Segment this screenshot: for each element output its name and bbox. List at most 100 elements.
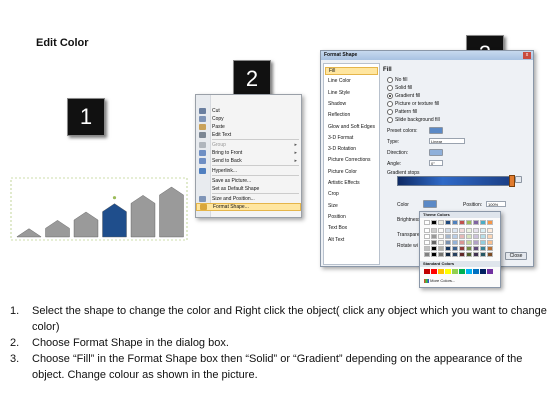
color-swatch[interactable]	[473, 228, 479, 233]
color-swatch[interactable]	[473, 234, 479, 239]
color-swatch[interactable]	[473, 252, 479, 257]
standard-color-swatch[interactable]	[487, 269, 493, 274]
color-swatch[interactable]	[459, 234, 465, 239]
color-swatch[interactable]	[466, 246, 472, 251]
standard-color-swatch[interactable]	[480, 269, 486, 274]
color-swatch[interactable]	[452, 252, 458, 257]
menu-item-paste[interactable]: Paste	[196, 123, 301, 131]
color-swatch[interactable]	[445, 246, 451, 251]
color-swatch[interactable]	[438, 228, 444, 233]
color-swatch[interactable]	[445, 220, 451, 225]
standard-color-swatch[interactable]	[473, 269, 479, 274]
category-size[interactable]: Size	[328, 203, 338, 209]
standard-color-swatch[interactable]	[459, 269, 465, 274]
fill-option-pattern-fill[interactable]: Pattern fill	[387, 109, 417, 115]
category-crop[interactable]: Crop	[328, 191, 339, 197]
color-swatch[interactable]	[438, 252, 444, 257]
color-swatch[interactable]	[431, 252, 437, 257]
color-swatch[interactable]	[487, 234, 493, 239]
color-swatch[interactable]	[445, 252, 451, 257]
category-shadow[interactable]: Shadow	[328, 101, 346, 107]
color-swatch[interactable]	[431, 246, 437, 251]
color-swatch[interactable]	[431, 228, 437, 233]
category-line-color[interactable]: Line Color	[328, 78, 351, 84]
arrow-bar-shape[interactable]	[45, 220, 70, 238]
color-swatch[interactable]	[466, 228, 472, 233]
menu-item-group[interactable]: Group ▸	[196, 141, 301, 149]
color-swatch[interactable]	[487, 246, 493, 251]
color-picker-button[interactable]	[423, 200, 437, 208]
arrow-bars-chart[interactable]	[10, 170, 190, 242]
menu-item-cut[interactable]: Cut	[196, 107, 301, 115]
color-swatch[interactable]	[480, 240, 486, 245]
direction-button[interactable]	[429, 149, 443, 156]
radio-icon[interactable]	[387, 77, 393, 83]
menu-item-copy[interactable]: Copy	[196, 115, 301, 123]
radio-icon[interactable]	[387, 85, 393, 91]
color-swatch[interactable]	[431, 220, 437, 225]
category-glow-and-soft-edges[interactable]: Glow and Soft Edges	[328, 124, 375, 130]
standard-color-swatch[interactable]	[438, 269, 444, 274]
color-swatch[interactable]	[459, 240, 465, 245]
color-swatch[interactable]	[480, 228, 486, 233]
arrow-bar-shape[interactable]	[159, 186, 184, 238]
radio-icon[interactable]	[387, 101, 393, 107]
color-swatch[interactable]	[424, 220, 430, 225]
rotation-handle[interactable]	[112, 196, 117, 200]
color-swatch[interactable]	[487, 228, 493, 233]
menu-item-save-as-picture[interactable]: Save as Picture...	[196, 177, 301, 185]
color-swatch[interactable]	[459, 252, 465, 257]
more-colors-link[interactable]: More Colors...	[424, 278, 455, 283]
arrow-bar-shape[interactable]	[16, 228, 42, 238]
menu-item-send-to-back[interactable]: Send to Back ▸	[196, 157, 301, 165]
arrow-bar-shape[interactable]	[73, 211, 99, 238]
close-icon[interactable]: x	[523, 52, 531, 59]
arrow-bar-shape[interactable]	[130, 195, 156, 238]
color-swatch[interactable]	[473, 220, 479, 225]
radio-icon[interactable]	[387, 117, 393, 123]
color-swatch[interactable]	[445, 234, 451, 239]
color-swatch[interactable]	[424, 252, 430, 257]
color-swatch[interactable]	[431, 234, 437, 239]
fill-option-gradient-fill[interactable]: Gradient fill	[387, 93, 420, 99]
preset-colors-button[interactable]	[429, 127, 443, 134]
fill-option-no-fill[interactable]: No fill	[387, 77, 408, 83]
color-swatch[interactable]	[424, 246, 430, 251]
fill-option-picture-or-texture-fill[interactable]: Picture or texture fill	[387, 101, 439, 107]
standard-color-swatch[interactable]	[452, 269, 458, 274]
color-swatch[interactable]	[459, 220, 465, 225]
color-swatch[interactable]	[424, 234, 430, 239]
fill-option-solid-fill[interactable]: Solid fill	[387, 85, 412, 91]
menu-item-format-shape[interactable]: Format Shape...	[196, 203, 301, 211]
color-swatch[interactable]	[445, 240, 451, 245]
color-swatch[interactable]	[473, 240, 479, 245]
standard-color-swatch[interactable]	[424, 269, 430, 274]
color-swatch[interactable]	[466, 234, 472, 239]
color-swatch[interactable]	[438, 246, 444, 251]
category-line-style[interactable]: Line Style	[328, 90, 350, 96]
color-swatch[interactable]	[466, 252, 472, 257]
category-artistic-effects[interactable]: Artistic Effects	[328, 180, 360, 186]
standard-color-swatch[interactable]	[466, 269, 472, 274]
close-button[interactable]: Close	[505, 252, 527, 260]
gradient-stops-bar[interactable]	[397, 176, 511, 186]
radio-icon[interactable]	[387, 109, 393, 115]
color-swatch[interactable]	[452, 228, 458, 233]
category-position[interactable]: Position	[328, 214, 346, 220]
color-swatch[interactable]	[480, 234, 486, 239]
color-swatch[interactable]	[452, 234, 458, 239]
color-swatch[interactable]	[452, 246, 458, 251]
category-text-box[interactable]: Text Box	[328, 225, 347, 231]
menu-item-size-and-position[interactable]: Size and Position...	[196, 195, 301, 203]
category-picture-corrections[interactable]: Picture Corrections	[328, 157, 371, 163]
color-swatch[interactable]	[473, 246, 479, 251]
menu-item-set-as-default-shape[interactable]: Set as Default Shape	[196, 185, 301, 193]
category-3-d-format[interactable]: 3-D Format	[328, 135, 353, 141]
category-fill[interactable]: Fill	[325, 67, 378, 75]
radio-icon[interactable]	[387, 93, 393, 99]
category-3-d-rotation[interactable]: 3-D Rotation	[328, 146, 356, 152]
color-swatch[interactable]	[480, 220, 486, 225]
color-swatch[interactable]	[487, 240, 493, 245]
angle-input[interactable]: 0°	[429, 160, 443, 166]
arrow-bar-shape[interactable]	[102, 203, 127, 238]
